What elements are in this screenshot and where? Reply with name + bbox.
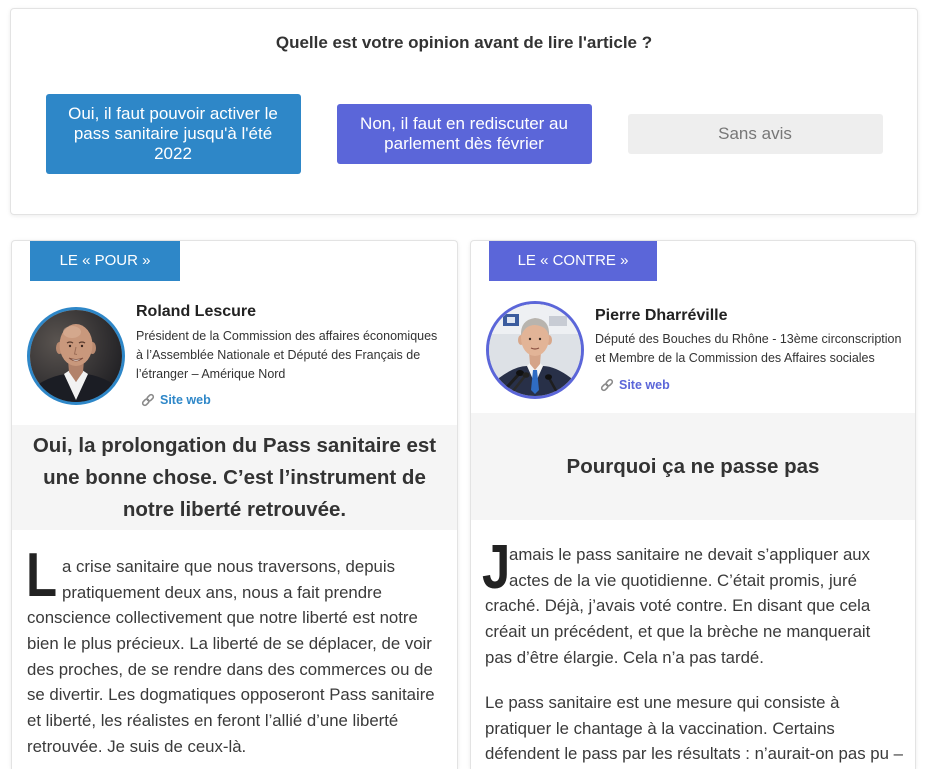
body-line: pas d’être élargie. Cela n’a pas tardé. bbox=[485, 647, 764, 667]
opinion-poll-card: Quelle est votre opinion avant de lire l… bbox=[10, 8, 918, 215]
body-line: et liberté, les réalistes en feront l’al… bbox=[27, 711, 399, 731]
body-line: se divertir. Les dogmatiques opposeront … bbox=[27, 685, 435, 705]
author-description: Président de la Commission des affaires … bbox=[136, 327, 437, 384]
body-line: défendent le pass par les résultats : n’… bbox=[485, 744, 903, 764]
poll-option-no-opinion-button[interactable]: Sans avis bbox=[627, 113, 883, 154]
body-line: pratiquer le chantage à la vaccination. … bbox=[485, 718, 835, 738]
author-website-label[interactable]: Site web bbox=[619, 378, 670, 392]
author-photo bbox=[30, 310, 122, 402]
poll-options: Oui, il faut pouvoir activer le pass san… bbox=[11, 93, 917, 174]
headline-line: une bonne chose. C’est l’instrument de bbox=[43, 465, 426, 489]
body-line: pratiquement deux ans, nous a fait prend… bbox=[62, 582, 382, 602]
author-description-line: Député des Bouches du Rhône - 13ème circ… bbox=[595, 332, 902, 346]
article-body: a crise sanitaire que nous traversons, d… bbox=[27, 554, 435, 760]
body-line: créait un précédent, et que la brèche ne… bbox=[485, 622, 871, 642]
body-line: actes de la vie quotidienne. C’était pro… bbox=[509, 570, 857, 590]
paragraph: amais le pass sanitaire ne devait s’appl… bbox=[485, 542, 903, 670]
poll-option-yes-button[interactable]: Oui, il faut pouvoir activer le pass san… bbox=[45, 93, 301, 174]
paragraph: Le pass sanitaire est une mesure qui con… bbox=[485, 690, 903, 767]
author-description-line: l’étranger – Amérique Nord bbox=[136, 367, 286, 381]
article-body: amais le pass sanitaire ne devait s’appl… bbox=[485, 542, 903, 767]
link-icon[interactable] bbox=[141, 393, 155, 407]
paragraph: a crise sanitaire que nous traversons, d… bbox=[27, 554, 435, 760]
headline: Oui, la prolongation du Pass sanitaire e… bbox=[12, 425, 457, 530]
author-name: Roland Lescure bbox=[136, 303, 257, 320]
contre-column: LE « CONTRE » Pierre Dharréville Député … bbox=[470, 240, 916, 769]
pour-tag: LE « POUR » bbox=[30, 241, 180, 281]
headline-line: Oui, la prolongation du Pass sanitaire e… bbox=[32, 433, 437, 457]
author-avatar bbox=[486, 301, 584, 399]
link-icon[interactable] bbox=[600, 378, 614, 392]
body-line: bien le plus précieux. La liberté de se … bbox=[27, 634, 432, 654]
author-photo bbox=[489, 304, 581, 396]
body-line: a crise sanitaire que nous traversons, d… bbox=[62, 557, 396, 576]
body-line: craché. Déjà, j’avais voté contre. En di… bbox=[485, 596, 871, 616]
body-line: Le pass sanitaire est une mesure qui con… bbox=[485, 692, 840, 712]
author-description: Député des Bouches du Rhône - 13ème circ… bbox=[595, 330, 901, 368]
author-website-label[interactable]: Site web bbox=[160, 393, 211, 407]
body-line: amais le pass sanitaire ne devait s’appl… bbox=[509, 545, 871, 564]
author-description-line: Président de la Commission des affaires … bbox=[136, 329, 438, 343]
body-line: retrouvée. Je suis de ceux-là. bbox=[27, 736, 247, 756]
author-name: Pierre Dharréville bbox=[595, 307, 728, 324]
author-description-line: à l’Assemblée Nationale et Député des Fr… bbox=[136, 348, 421, 362]
pour-column: LE « POUR » Roland Lescure Président de … bbox=[11, 240, 458, 769]
poll-option-no-button[interactable]: Non, il faut en rediscuter au parlement … bbox=[336, 103, 592, 164]
body-line: conscience collectivement que notre libe… bbox=[27, 608, 418, 628]
author-description-line: et Membre de la Commission des Affaires … bbox=[595, 351, 875, 365]
headline-line: notre liberté retrouvée. bbox=[122, 497, 347, 521]
author-website-link[interactable]: Site web bbox=[600, 377, 670, 393]
headline: Pourquoi ça ne passe pas bbox=[471, 413, 915, 520]
headline-line: Pourquoi ça ne passe pas bbox=[566, 454, 820, 478]
author-avatar bbox=[27, 307, 125, 405]
poll-question: Quelle est votre opinion avant de lire l… bbox=[275, 33, 653, 52]
author-website-link[interactable]: Site web bbox=[141, 392, 211, 408]
body-line: des proches, de se rendre dans des comme… bbox=[27, 659, 433, 679]
contre-tag: LE « CONTRE » bbox=[489, 241, 657, 281]
